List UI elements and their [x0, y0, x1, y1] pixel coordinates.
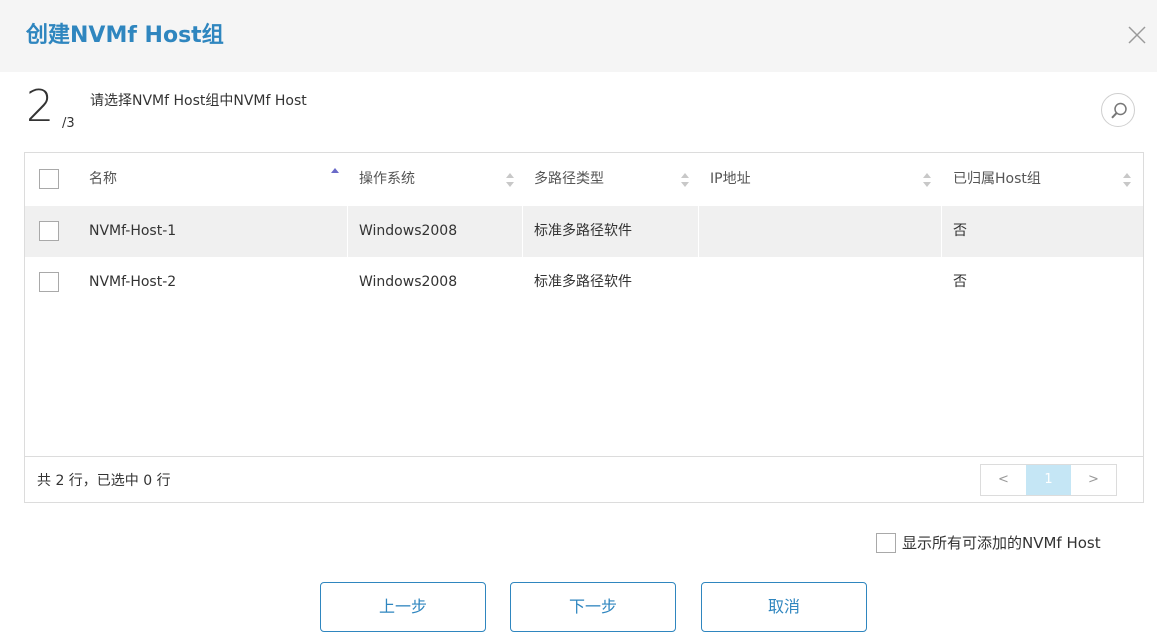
sort-icon[interactable]	[681, 172, 689, 188]
pager-next-button[interactable]: >	[1071, 465, 1116, 495]
column-header-group[interactable]: 已归属Host组	[953, 153, 1103, 206]
step-total: /3	[62, 116, 75, 131]
cell-name: NVMf-Host-2	[89, 274, 177, 290]
table-row[interactable]: NVMf-Host-2 Windows2008 标准多路径软件 否	[25, 257, 1143, 308]
column-header-os[interactable]: 操作系统	[359, 153, 509, 206]
search-icon	[1111, 102, 1127, 119]
row-checkbox[interactable]	[39, 221, 59, 241]
cell-os: Windows2008	[359, 223, 458, 239]
row-checkbox[interactable]	[39, 272, 59, 292]
step-current: 2	[26, 81, 54, 132]
previous-step-button[interactable]: 上一步	[320, 582, 486, 632]
show-all-label[interactable]: 显示所有可添加的NVMf Host	[902, 533, 1101, 553]
table-header: 名称 操作系统 多路径类型 IP地址 已归属Host组	[25, 153, 1143, 206]
host-table: 名称 操作系统 多路径类型 IP地址 已归属Host组 NVMf-Host-1 …	[24, 152, 1144, 503]
column-header-multipath[interactable]: 多路径类型	[534, 153, 684, 206]
column-header-name[interactable]: 名称	[89, 153, 339, 206]
close-icon[interactable]	[1124, 22, 1150, 48]
dialog-title: 创建NVMf Host组	[26, 23, 224, 48]
cell-group: 否	[953, 223, 967, 239]
pager-prev-button[interactable]: <	[981, 465, 1026, 495]
select-all-checkbox[interactable]	[39, 169, 59, 189]
cell-multipath: 标准多路径软件	[534, 223, 632, 239]
sort-asc-icon[interactable]	[331, 167, 339, 183]
step-description: 请选择NVMf Host组中NVMf Host	[90, 93, 307, 109]
sort-icon[interactable]	[506, 172, 514, 188]
cell-os: Windows2008	[359, 274, 458, 290]
pager-page-1[interactable]: 1	[1026, 465, 1071, 495]
cell-group: 否	[953, 274, 967, 290]
table-row[interactable]: NVMf-Host-1 Windows2008 标准多路径软件 否	[25, 206, 1143, 257]
cell-name: NVMf-Host-1	[89, 223, 177, 239]
table-footer: 共 2 行，已选中 0 行 < 1 >	[25, 456, 1143, 502]
cell-multipath: 标准多路径软件	[534, 274, 632, 290]
cancel-button[interactable]: 取消	[701, 582, 867, 632]
sort-icon[interactable]	[1123, 172, 1131, 188]
pagination: < 1 >	[980, 464, 1117, 496]
next-step-button[interactable]: 下一步	[510, 582, 676, 632]
dialog-header: 创建NVMf Host组	[0, 0, 1157, 72]
show-all-checkbox[interactable]	[876, 533, 896, 553]
column-header-ip[interactable]: IP地址	[710, 153, 910, 206]
search-button[interactable]	[1101, 93, 1135, 127]
selection-summary: 共 2 行，已选中 0 行	[37, 473, 171, 489]
sort-icon[interactable]	[923, 172, 931, 188]
